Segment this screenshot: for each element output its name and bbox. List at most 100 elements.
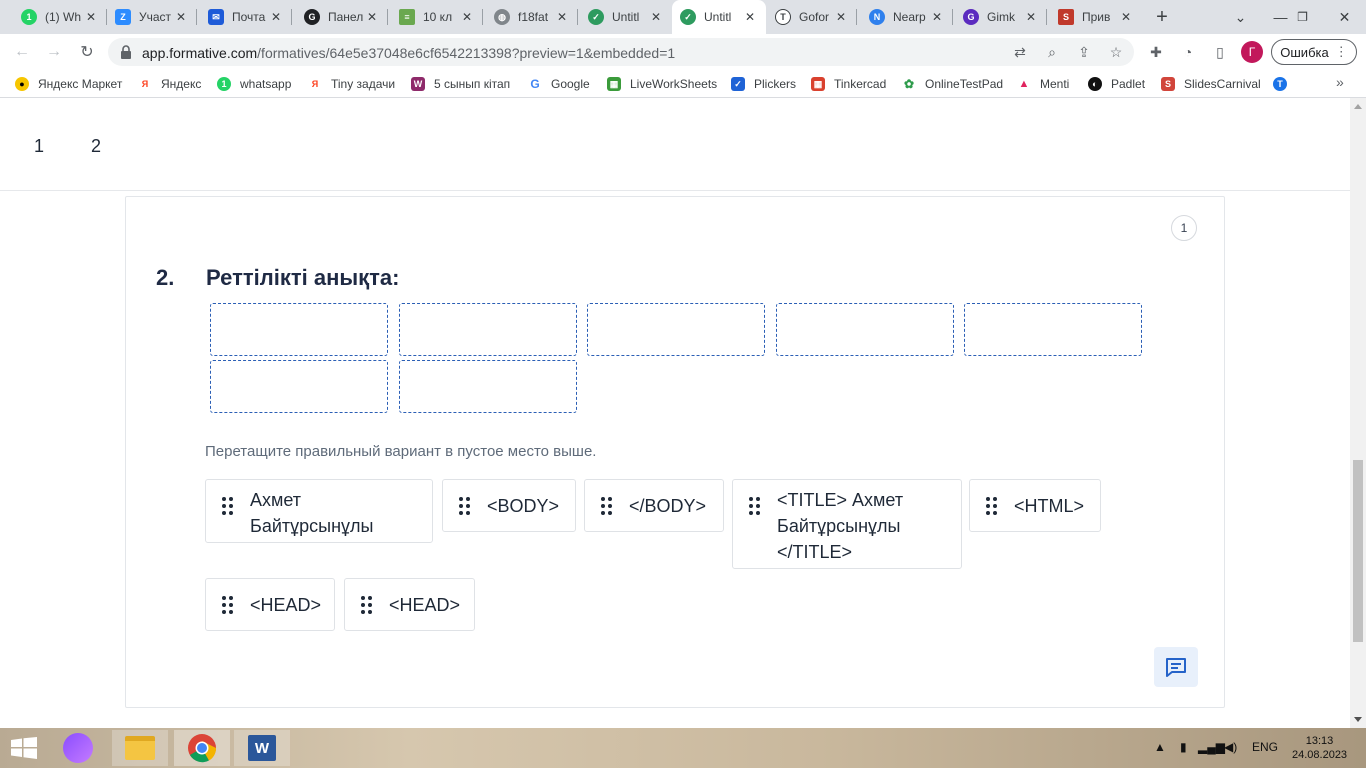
close-icon[interactable]: ✕ <box>268 10 284 24</box>
drop-slot-3[interactable] <box>587 303 765 356</box>
drag-handle-icon[interactable] <box>222 497 234 515</box>
show-hidden-icons-icon[interactable]: ▲ <box>1154 740 1166 754</box>
close-icon[interactable]: ✕ <box>742 10 758 24</box>
scroll-up-icon[interactable] <box>1354 104 1362 109</box>
drag-handle-icon[interactable] <box>986 497 998 515</box>
chrome-icon[interactable] <box>174 730 230 766</box>
close-icon[interactable]: ✕ <box>648 10 664 24</box>
choice-chip[interactable]: <HEAD> <box>205 578 335 631</box>
bookmark-menti[interactable]: ▲ Menti <box>1017 75 1070 93</box>
profile-avatar[interactable]: Г <box>1241 41 1263 63</box>
tab-5[interactable]: ◍ f18fat ✕ <box>486 0 578 34</box>
tab-2[interactable]: ✉ Почта ✕ <box>200 0 292 34</box>
error-button-label: Ошибка <box>1280 44 1329 60</box>
side-panel-icon[interactable]: ▯ <box>1210 42 1230 62</box>
panel-icon: G <box>304 9 320 25</box>
close-icon[interactable]: ✕ <box>459 10 475 24</box>
tab-4[interactable]: ≡ 10 кл ✕ <box>391 0 483 34</box>
drag-handle-icon[interactable] <box>361 596 373 614</box>
question-nav-1[interactable]: 1 <box>34 136 44 157</box>
network-icon[interactable]: ▂▄▆ <box>1198 740 1225 754</box>
drop-slot-6[interactable] <box>210 360 388 413</box>
scroll-down-icon[interactable] <box>1354 717 1362 722</box>
close-icon[interactable]: ✕ <box>929 10 945 24</box>
scrollbar-thumb[interactable] <box>1353 460 1363 642</box>
close-icon[interactable]: ✕ <box>1023 10 1039 24</box>
bookmark-5-class-book[interactable]: W 5 сынып кітап <box>411 75 510 93</box>
choice-chip[interactable]: <HEAD> <box>344 578 475 631</box>
bookmark-liveworksheets[interactable]: ▦ LiveWorkSheets <box>607 75 717 93</box>
tab-11[interactable]: S Прив ✕ <box>1050 0 1142 34</box>
error-button[interactable]: Ошибка ⋮ <box>1271 39 1357 65</box>
choice-chip[interactable]: Ахмет Байтұрсынұлы <box>205 479 433 543</box>
close-icon[interactable]: ✕ <box>173 10 189 24</box>
drag-handle-icon[interactable] <box>601 497 613 515</box>
translate-icon[interactable]: ⇄ <box>1010 42 1030 62</box>
battery-icon[interactable]: ▮ <box>1180 740 1187 754</box>
choice-chip[interactable]: <HTML> <box>969 479 1101 532</box>
bookmark-padlet[interactable]: ◐ Padlet <box>1088 75 1145 93</box>
performance-icon[interactable]: ◔ <box>1178 42 1198 62</box>
bookmark-google[interactable]: G Google <box>528 75 589 93</box>
tab-search-icon[interactable]: ⌄ <box>1218 0 1263 34</box>
language-indicator[interactable]: ENG <box>1252 740 1278 754</box>
tab-0[interactable]: 1 (1) Wh ✕ <box>13 0 107 34</box>
drop-slot-4[interactable] <box>776 303 954 356</box>
close-icon[interactable]: ✕ <box>833 10 849 24</box>
bookmark-onlinetestpad[interactable]: ✿ OnlineTestPad <box>902 75 1003 93</box>
forward-icon[interactable]: → <box>42 40 66 64</box>
restore-icon[interactable]: ❐ <box>1280 0 1325 34</box>
url-text[interactable]: app.formative.com/formatives/64e5e37048e… <box>142 45 675 61</box>
zoom-icon[interactable]: ⌕ <box>1042 42 1062 62</box>
drag-handle-icon[interactable] <box>749 497 761 515</box>
windows-start-icon[interactable] <box>10 737 38 759</box>
bookmark-tinkercad[interactable]: ▦ Tinkercad <box>811 75 886 93</box>
tab-9[interactable]: N Nearp ✕ <box>861 0 953 34</box>
system-clock[interactable]: 13:13 24.08.2023 <box>1292 734 1347 762</box>
drop-slot-5[interactable] <box>964 303 1142 356</box>
tab-1[interactable]: Z Участ ✕ <box>107 0 197 34</box>
bookmark-yandex[interactable]: Я Яндекс <box>138 75 202 93</box>
tab-3[interactable]: G Панел ✕ <box>296 0 388 34</box>
drop-slot-1[interactable] <box>210 303 388 356</box>
share-icon[interactable]: ⇪ <box>1074 42 1094 62</box>
comment-button[interactable] <box>1154 647 1198 687</box>
file-explorer-icon[interactable] <box>112 730 168 766</box>
bookmark-slidescarnival[interactable]: S SlidesCarnival <box>1161 75 1261 93</box>
kebab-menu-icon[interactable]: ⋮ <box>1335 44 1348 60</box>
bookmark-yandex-market[interactable]: ● Яндекс Маркет <box>15 75 122 93</box>
volume-icon[interactable]: ◀) <box>1224 740 1237 754</box>
tab-8[interactable]: T Gofor ✕ <box>767 0 857 34</box>
choice-chip[interactable]: <BODY> <box>442 479 576 532</box>
drop-slot-7[interactable] <box>399 360 577 413</box>
back-icon[interactable]: ← <box>10 40 34 64</box>
close-icon[interactable]: ✕ <box>364 10 380 24</box>
tab-title: Gofor <box>799 10 830 24</box>
bookmark-whatsapp[interactable]: 1 whatsapp <box>217 75 291 93</box>
tab-6[interactable]: ✓ Untitl ✕ <box>580 0 672 34</box>
close-icon[interactable]: ✕ <box>554 10 570 24</box>
alice-assistant-icon[interactable] <box>50 730 106 766</box>
drag-handle-icon[interactable] <box>459 497 471 515</box>
address-bar[interactable]: app.formative.com/formatives/64e5e37048e… <box>108 38 1134 66</box>
tab-10[interactable]: G Gimk ✕ <box>955 0 1047 34</box>
bookmark-tiny-tasks[interactable]: Я Tiny задачи <box>308 75 395 93</box>
bookmark-plickers[interactable]: ✓ Plickers <box>731 75 796 93</box>
drag-handle-icon[interactable] <box>222 596 234 614</box>
close-icon[interactable]: ✕ <box>1118 10 1134 24</box>
page-scrollbar[interactable] <box>1350 98 1366 728</box>
choice-chip[interactable]: </BODY> <box>584 479 724 532</box>
more-bookmarks-icon[interactable]: » <box>1336 74 1344 90</box>
choice-chip[interactable]: <TITLE> Ахмет Байтұрсынұлы </TITLE> <box>732 479 962 569</box>
word-icon[interactable]: W <box>234 730 290 766</box>
new-tab-button[interactable]: + <box>1151 6 1173 28</box>
bookmark-app[interactable]: T <box>1273 75 1296 93</box>
question-nav-2[interactable]: 2 <box>91 136 101 157</box>
tab-7-active[interactable]: ✓ Untitl ✕ <box>672 0 766 34</box>
drop-slot-2[interactable] <box>399 303 577 356</box>
reload-icon[interactable]: ↻ <box>75 40 99 64</box>
bookmark-star-icon[interactable]: ☆ <box>1106 42 1126 62</box>
close-window-icon[interactable]: ✕ <box>1322 0 1366 34</box>
close-icon[interactable]: ✕ <box>83 10 99 24</box>
extensions-icon[interactable]: ✚ <box>1146 42 1166 62</box>
